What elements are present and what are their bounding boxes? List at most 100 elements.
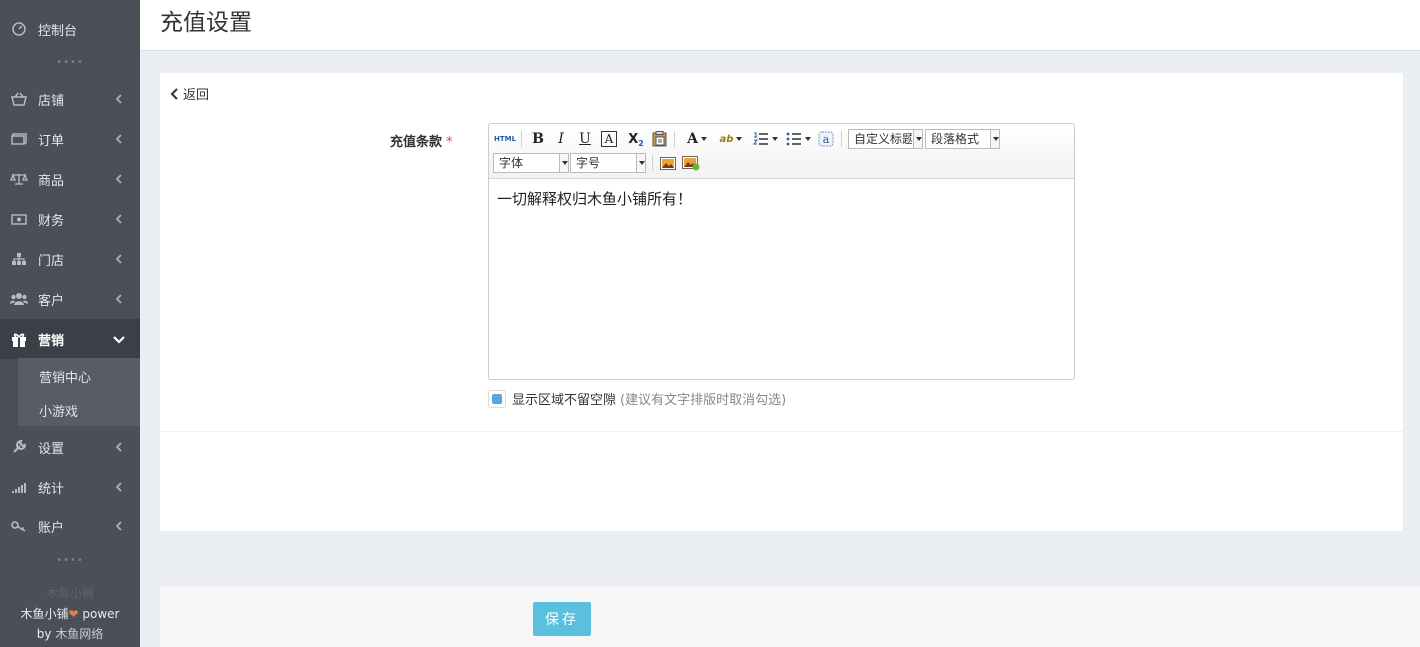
sidebar-item-customers[interactable]: 客户 xyxy=(0,279,140,319)
sidebar-separator: •••• xyxy=(56,57,84,68)
chevron-left-icon xyxy=(115,214,122,224)
field-label: 充值条款 * xyxy=(390,131,453,150)
sidebar-item-account[interactable]: 账户 xyxy=(0,506,140,546)
sidebar-item-settings[interactable]: 设置 xyxy=(0,427,140,467)
basket-icon xyxy=(10,91,28,107)
gift-icon xyxy=(10,331,28,347)
html-source-button[interactable]: HTML xyxy=(494,129,516,149)
brand-name: 木鱼小铺 xyxy=(20,607,69,621)
brand-watermark: 木鱼小铺 xyxy=(45,586,94,600)
chevron-left-icon xyxy=(115,294,122,304)
unordered-list-button[interactable] xyxy=(784,129,812,149)
chevron-left-icon xyxy=(170,87,178,100)
sidebar-item-stores[interactable]: 门店 xyxy=(0,239,140,279)
font-color-letter: A xyxy=(687,131,698,147)
sidebar-item-label: 客户 xyxy=(38,293,65,309)
editor-toolbar: HTML B I U A X2 A ab a 自定义标题 段落格式 字体 字号 xyxy=(489,124,1074,179)
brand-link[interactable]: 木鱼网络 xyxy=(55,627,103,641)
font-size-value: 字号 xyxy=(576,156,601,170)
custom-heading-value: 自定义标题 xyxy=(854,132,912,146)
toolbar-separator xyxy=(652,155,653,171)
page-title: 充值设置 xyxy=(160,10,252,36)
no-gap-option[interactable]: 显示区域不留空隙 (建议有文字排版时取消勾选) xyxy=(488,389,786,408)
sitemap-icon xyxy=(10,251,28,267)
unordered-list-icon xyxy=(786,132,801,146)
brand-credit: 木鱼小铺❤ power by 木鱼网络 xyxy=(0,604,140,644)
editor-content[interactable]: 一切解释权归木鱼小铺所有！ xyxy=(497,188,692,209)
no-gap-label: 显示区域不留空隙 xyxy=(512,393,617,408)
submenu-item-mini-games[interactable]: 小游戏 xyxy=(39,401,78,420)
toolbar-separator xyxy=(841,131,842,147)
money-icon xyxy=(10,211,28,227)
caret-down-icon xyxy=(913,130,922,148)
sidebar-item-marketing[interactable]: 营销 xyxy=(0,319,140,359)
form-footer: 保存 xyxy=(160,586,1420,647)
ordered-list-icon xyxy=(752,132,768,145)
chevron-left-icon xyxy=(115,254,122,264)
underline-button[interactable]: U xyxy=(576,129,594,149)
insert-multi-image-icon[interactable] xyxy=(681,153,701,173)
paragraph-format-select[interactable]: 段落格式 xyxy=(925,129,1000,149)
sidebar-separator: •••• xyxy=(56,555,84,566)
subscript-letter: X xyxy=(628,131,639,147)
sidebar-item-label: 财务 xyxy=(38,213,65,229)
no-gap-checkbox[interactable] xyxy=(488,389,506,408)
brand-by: by xyxy=(36,627,56,641)
sidebar-item-dashboard[interactable]: 控制台 xyxy=(0,9,140,49)
insert-link-icon[interactable]: a xyxy=(817,129,835,149)
sidebar-item-label: 门店 xyxy=(38,253,65,269)
chevron-left-icon xyxy=(115,442,122,452)
highlight-color-button[interactable]: ab xyxy=(716,129,746,149)
caret-down-icon xyxy=(559,154,568,172)
caret-down-icon xyxy=(700,137,707,141)
divider xyxy=(160,431,1403,432)
insert-image-icon[interactable] xyxy=(658,153,678,173)
chevron-left-icon xyxy=(115,174,122,184)
subscript-digit: 2 xyxy=(638,138,644,148)
paste-icon[interactable] xyxy=(650,129,668,149)
sidebar-item-products[interactable]: 商品 xyxy=(0,159,140,199)
sidebar: 控制台 •••• 店铺 订单 商品 财务 门店 客户 营销 营销中心 小游戏 设… xyxy=(0,0,140,647)
toolbar-separator xyxy=(521,131,522,147)
font-size-select[interactable]: 字号 xyxy=(570,153,646,173)
sidebar-item-orders[interactable]: 订单 xyxy=(0,119,140,159)
back-label: 返回 xyxy=(183,88,210,103)
font-family-value: 字体 xyxy=(499,156,524,170)
no-gap-hint: (建议有文字排版时取消勾选) xyxy=(620,393,787,408)
sidebar-item-finance[interactable]: 财务 xyxy=(0,199,140,239)
save-button[interactable]: 保存 xyxy=(533,602,591,636)
font-border-button[interactable]: A xyxy=(601,131,617,147)
chevron-left-icon xyxy=(115,482,122,492)
main-card: 返回 充值条款 * HTML B I U A X2 A ab a 自定义标题 段… xyxy=(160,73,1403,531)
paragraph-format-value: 段落格式 xyxy=(931,132,980,146)
subscript-button[interactable]: X2 xyxy=(627,129,645,149)
back-link[interactable]: 返回 xyxy=(170,84,209,103)
sidebar-item-label: 营销 xyxy=(38,333,65,349)
bold-button[interactable]: B xyxy=(529,129,547,149)
signal-icon xyxy=(10,479,28,495)
dashboard-icon xyxy=(10,21,28,37)
svg-text:a: a xyxy=(823,133,830,146)
sidebar-item-label: 统计 xyxy=(38,481,65,497)
chevron-left-icon xyxy=(115,134,122,144)
caret-down-icon xyxy=(804,137,811,141)
caret-down-icon xyxy=(771,137,778,141)
sidebar-item-label: 账户 xyxy=(38,520,65,536)
sidebar-item-statistics[interactable]: 统计 xyxy=(0,467,140,507)
font-color-button[interactable]: A xyxy=(683,129,711,149)
submenu-item-marketing-center[interactable]: 营销中心 xyxy=(39,367,91,386)
key-icon xyxy=(10,518,28,534)
users-icon xyxy=(10,291,28,307)
field-label-text: 充值条款 xyxy=(390,135,443,150)
sidebar-item-shop[interactable]: 店铺 xyxy=(0,79,140,119)
wrench-icon xyxy=(10,439,28,455)
page-header: 充值设置 xyxy=(140,0,1420,51)
ordered-list-button[interactable] xyxy=(751,129,779,149)
sidebar-item-label: 订单 xyxy=(38,133,65,149)
caret-down-icon xyxy=(636,154,645,172)
font-family-select[interactable]: 字体 xyxy=(493,153,569,173)
rich-text-editor: HTML B I U A X2 A ab a 自定义标题 段落格式 字体 字号 … xyxy=(488,123,1075,380)
italic-button[interactable]: I xyxy=(552,129,570,149)
sidebar-item-label: 控制台 xyxy=(38,23,78,39)
custom-heading-select[interactable]: 自定义标题 xyxy=(848,129,923,149)
